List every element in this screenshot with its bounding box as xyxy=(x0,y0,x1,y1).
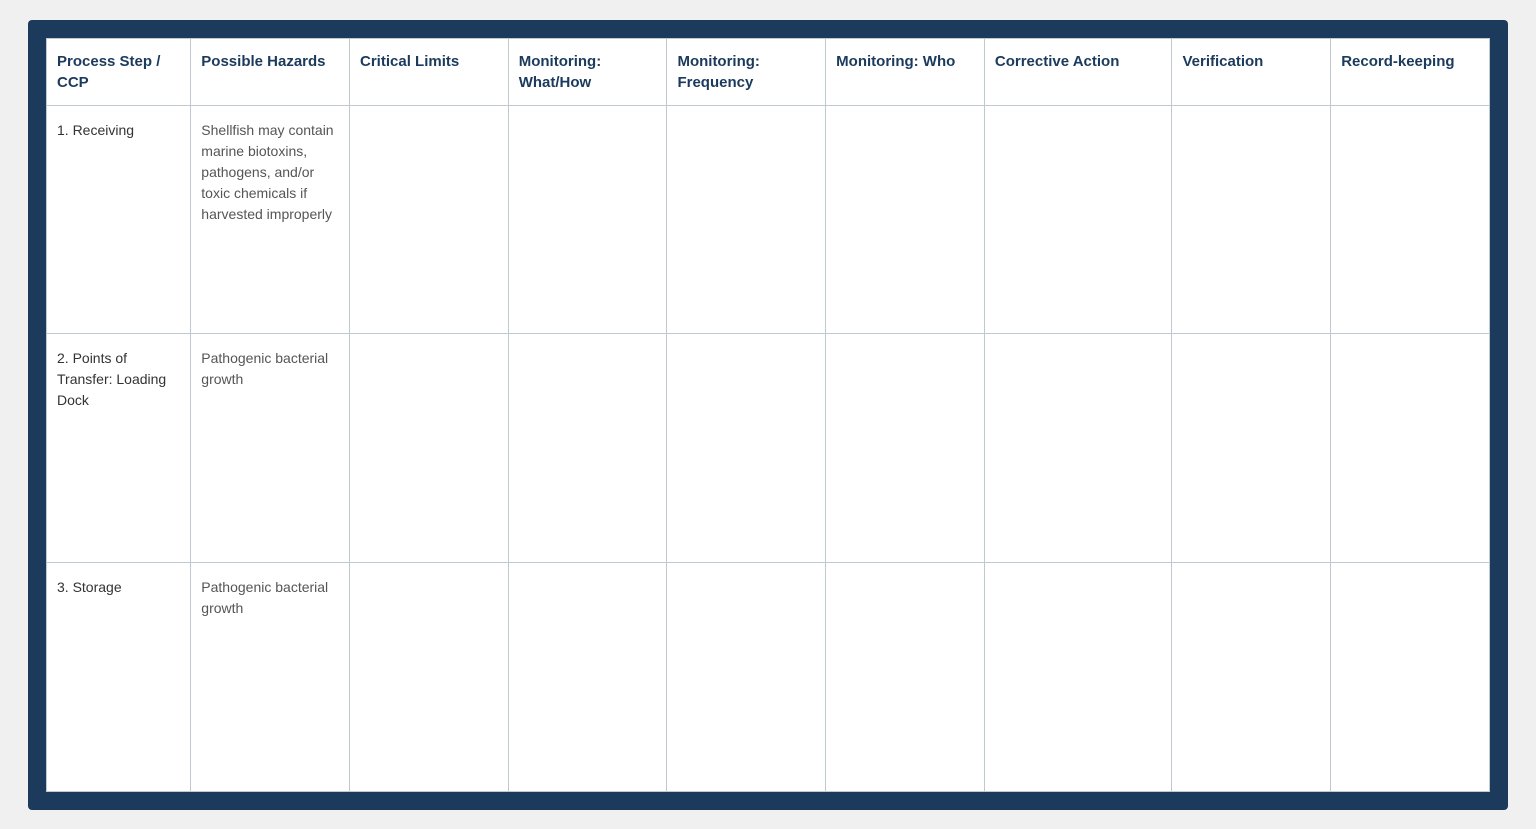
row1-possible-hazards: Shellfish may contain marine biotoxins, … xyxy=(191,105,350,334)
row1-process-step: 1. Receiving xyxy=(47,105,191,334)
header-recordkeeping: Record-keeping xyxy=(1331,38,1490,105)
row2-recordkeeping xyxy=(1331,334,1490,563)
row1-verification xyxy=(1172,105,1331,334)
header-verification: Verification xyxy=(1172,38,1331,105)
header-monitoring-who: Monitoring: Who xyxy=(826,38,985,105)
row3-process-step: 3. Storage xyxy=(47,562,191,791)
row2-monitoring-frequency xyxy=(667,334,826,563)
row1-recordkeeping xyxy=(1331,105,1490,334)
row2-monitoring-who xyxy=(826,334,985,563)
header-critical-limits: Critical Limits xyxy=(350,38,509,105)
header-possible-hazards: Possible Hazards xyxy=(191,38,350,105)
header-process-step: Process Step / CCP xyxy=(47,38,191,105)
row2-verification xyxy=(1172,334,1331,563)
table-row: 2. Points of Transfer: Loading Dock Path… xyxy=(47,334,1490,563)
haccp-table: Process Step / CCP Possible Hazards Crit… xyxy=(46,38,1490,792)
row3-recordkeeping xyxy=(1331,562,1490,791)
row2-monitoring-what xyxy=(508,334,667,563)
row1-monitoring-frequency xyxy=(667,105,826,334)
row3-possible-hazards: Pathogenic bacterial growth xyxy=(191,562,350,791)
row1-corrective-action xyxy=(984,105,1172,334)
header-monitoring-frequency: Monitoring: Frequency xyxy=(667,38,826,105)
row3-monitoring-who xyxy=(826,562,985,791)
row3-monitoring-what xyxy=(508,562,667,791)
row2-possible-hazards: Pathogenic bacterial growth xyxy=(191,334,350,563)
table-row: 1. Receiving Shellfish may contain marin… xyxy=(47,105,1490,334)
header-corrective-action: Corrective Action xyxy=(984,38,1172,105)
row1-critical-limits xyxy=(350,105,509,334)
row1-monitoring-what xyxy=(508,105,667,334)
row2-critical-limits xyxy=(350,334,509,563)
row3-verification xyxy=(1172,562,1331,791)
row3-monitoring-frequency xyxy=(667,562,826,791)
header-row: Process Step / CCP Possible Hazards Crit… xyxy=(47,38,1490,105)
row3-critical-limits xyxy=(350,562,509,791)
row3-corrective-action xyxy=(984,562,1172,791)
table-wrapper: Process Step / CCP Possible Hazards Crit… xyxy=(28,20,1508,810)
row1-monitoring-who xyxy=(826,105,985,334)
row2-corrective-action xyxy=(984,334,1172,563)
table-row: 3. Storage Pathogenic bacterial growth xyxy=(47,562,1490,791)
header-monitoring-what: Monitoring: What/How xyxy=(508,38,667,105)
row2-process-step: 2. Points of Transfer: Loading Dock xyxy=(47,334,191,563)
